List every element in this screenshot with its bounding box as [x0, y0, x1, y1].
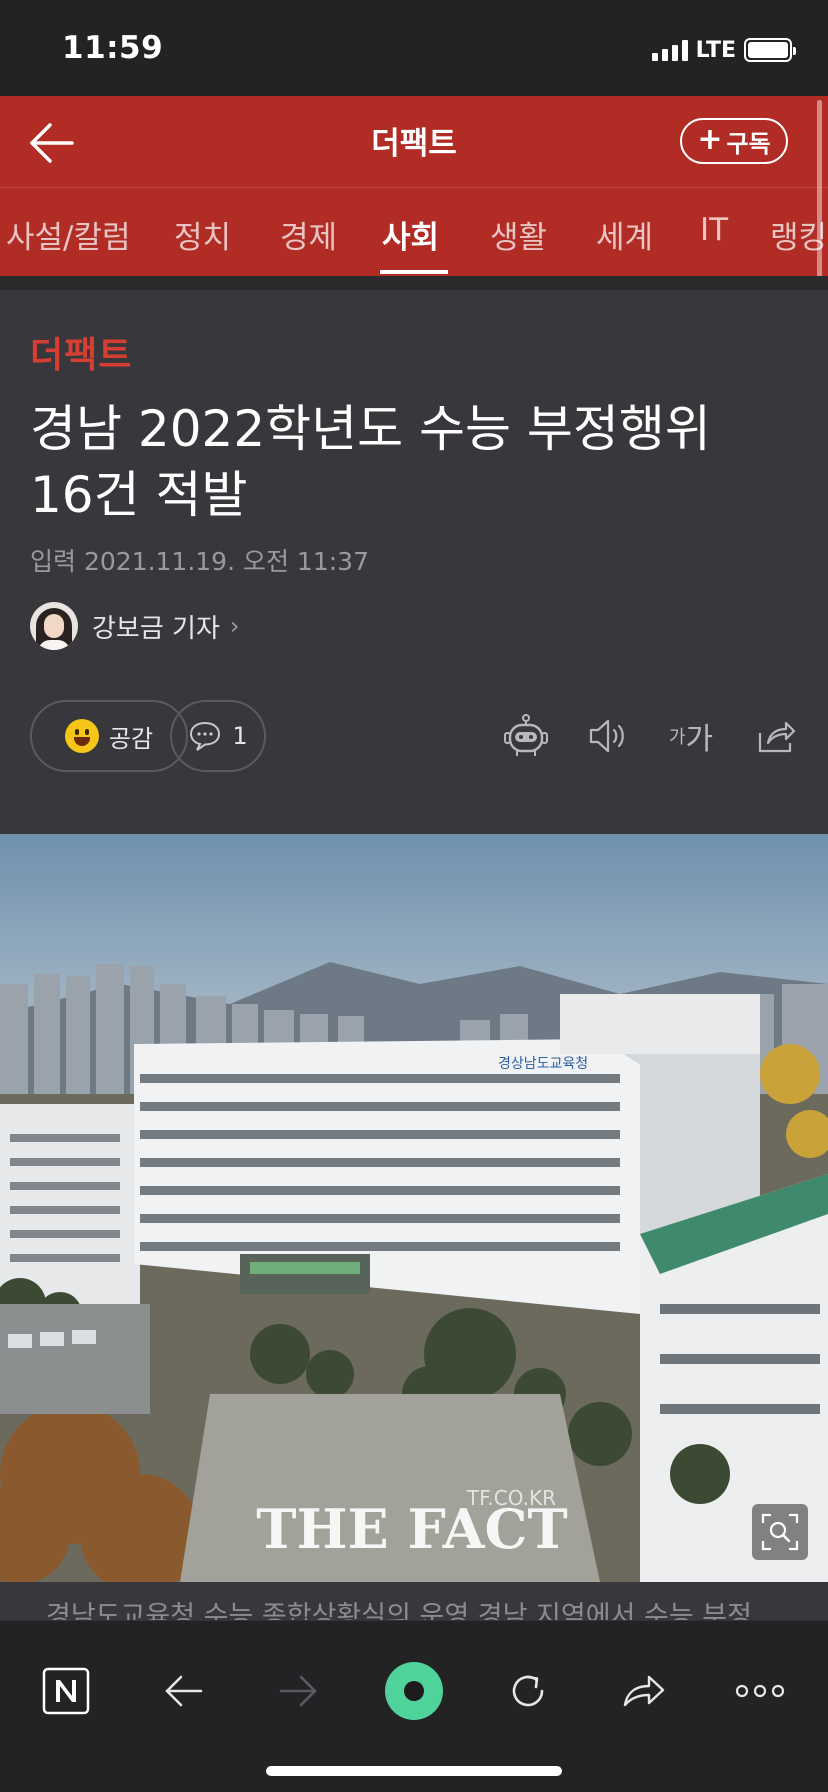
education-office-building-image: 경상남도교육청 TF.CO.KR THE FACT [0, 834, 828, 1582]
font-size-small-label: 가 [668, 727, 686, 748]
share-article-button[interactable] [752, 710, 800, 762]
battery-icon [744, 38, 796, 62]
article-body-first-line: 경남도교육청 수능 종합상황실의 운영 경남 지역에서 수능 부정 [46, 1601, 752, 1620]
plus-icon: + [697, 122, 723, 157]
app-header: 더팩트 + 구독 [0, 96, 828, 188]
article-body-preview: 경남도교육청 수능 종합상황실의 운영 경남 지역에서 수능 부정 [0, 1582, 828, 1620]
tab-economy[interactable]: 경제 [280, 212, 337, 257]
article-title: 경남 2022학년도 수능 부정행위 16건 적발 [30, 396, 790, 528]
zoom-image-button[interactable] [752, 1504, 808, 1560]
network-type: LTE [695, 37, 736, 63]
magnify-icon [761, 1513, 799, 1551]
empathy-button[interactable]: 공감 [30, 700, 188, 772]
watermark-brand: THE FACT [256, 1497, 567, 1561]
share-page-button[interactable] [604, 1651, 684, 1731]
comment-count: 1 [232, 722, 248, 750]
share-icon [758, 721, 796, 753]
category-tab-bar: 사설/칼럼 정치 경제 사회 생활 세계 IT 랭킹 [0, 188, 828, 276]
tab-society[interactable]: 사회 [382, 212, 439, 257]
signal-icon [651, 39, 688, 61]
empathy-label: 공감 [108, 724, 154, 753]
share-icon [623, 1675, 665, 1707]
divider [0, 276, 828, 290]
forward-arrow-icon [279, 1675, 317, 1707]
article-photo[interactable]: 경상남도교육청 TF.CO.KR THE FACT [0, 834, 828, 1582]
green-dot-icon [385, 1662, 443, 1720]
browser-forward-button[interactable] [258, 1651, 338, 1731]
naver-home-button[interactable] [26, 1651, 106, 1731]
back-arrow-icon [165, 1675, 203, 1707]
chevron-right-icon: › [229, 612, 240, 640]
status-indicators: LTE [651, 36, 796, 64]
subscribe-label: 구독 [726, 129, 771, 158]
smile-emoji-icon [64, 719, 99, 753]
more-icon [735, 1684, 785, 1698]
status-bar: 11:59 LTE [0, 0, 828, 96]
more-button[interactable] [720, 1651, 800, 1731]
green-dot-button[interactable] [374, 1651, 454, 1731]
tab-world[interactable]: 세계 [596, 212, 653, 257]
press-logo[interactable]: 더팩트 [30, 326, 132, 378]
home-indicator[interactable] [266, 1766, 562, 1776]
font-size-button[interactable]: 가가 [664, 710, 718, 762]
font-size-large-label: 가 [685, 722, 714, 757]
article-date: 입력 2021.11.19. 오전 11:37 [30, 547, 369, 576]
active-tab-indicator [380, 270, 448, 274]
read-aloud-button[interactable] [584, 710, 634, 762]
comment-icon [190, 721, 221, 751]
author-link[interactable]: 강보금 기자 › [30, 602, 239, 650]
tab-opinion[interactable]: 사설/칼럼 [6, 212, 131, 257]
robot-icon [504, 714, 548, 756]
author-name: 강보금 기자 [92, 613, 220, 644]
building-sign: 경상남도교육청 [498, 1056, 588, 1072]
speaker-icon [589, 719, 624, 753]
article-title-line-1: 경남 2022학년도 수능 부정행위 [30, 400, 711, 458]
subscribe-button[interactable]: + 구독 [680, 118, 788, 164]
author-avatar [30, 602, 78, 650]
tab-politics[interactable]: 정치 [174, 212, 231, 257]
status-time: 11:59 [62, 30, 164, 66]
article-header: 더팩트 경남 2022학년도 수능 부정행위 16건 적발 입력 2021.11… [0, 290, 828, 834]
article-title-line-2: 16건 적발 [30, 466, 248, 524]
scrollbar[interactable] [817, 100, 822, 300]
summary-bot-button[interactable] [502, 710, 550, 762]
tab-it[interactable]: IT [700, 212, 728, 248]
tab-life[interactable]: 생활 [490, 212, 547, 257]
browser-back-button[interactable] [144, 1651, 224, 1731]
refresh-button[interactable] [488, 1651, 568, 1731]
naver-n-icon [42, 1667, 90, 1715]
comment-button[interactable]: 1 [170, 700, 266, 772]
refresh-icon [512, 1675, 544, 1707]
